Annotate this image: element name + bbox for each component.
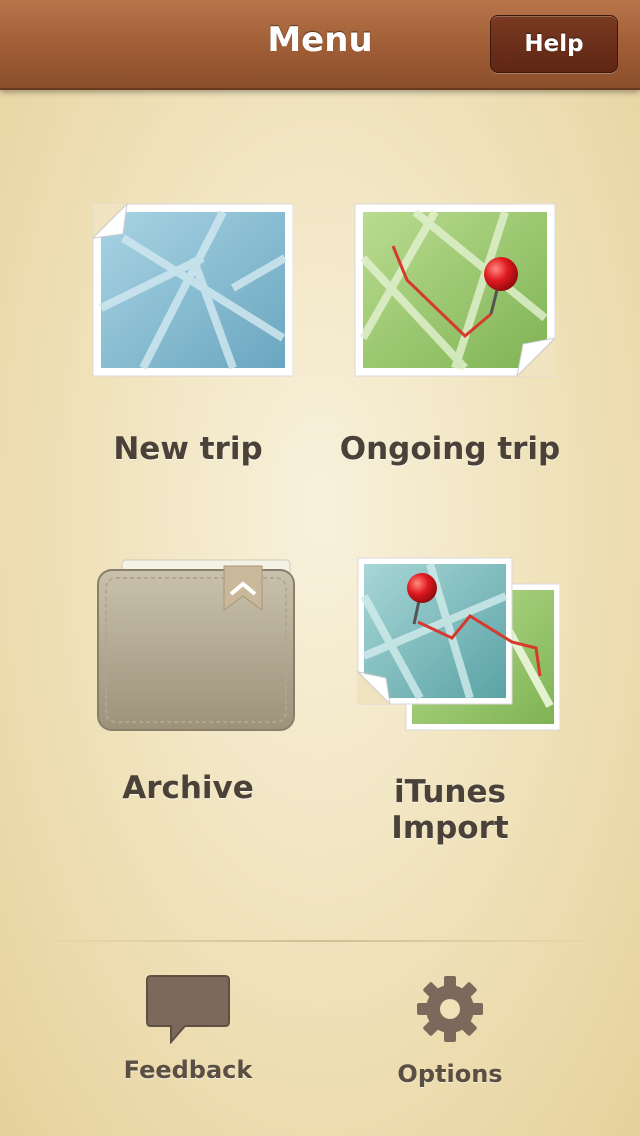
stacked-maps-icon <box>356 557 560 731</box>
navigation-bar: Menu Help <box>0 0 640 90</box>
wallet-icon <box>97 559 295 731</box>
new-trip-tile[interactable]: New trip <box>68 198 308 467</box>
itunes-import-tile[interactable]: iTunes Import <box>330 556 570 846</box>
feedback-label: Feedback <box>123 1056 253 1084</box>
itunes-import-label: iTunes Import <box>391 774 509 846</box>
options-label: Options <box>397 1060 503 1088</box>
archive-label: Archive <box>122 770 254 806</box>
archive-tile[interactable]: Archive <box>68 556 308 806</box>
new-trip-label: New trip <box>113 431 263 467</box>
ongoing-trip-label: Ongoing trip <box>339 431 561 467</box>
options-button[interactable]: Options <box>350 974 550 1088</box>
help-button[interactable]: Help <box>490 15 618 73</box>
blank-map-icon <box>91 202 293 377</box>
toolbar-divider <box>30 940 610 942</box>
feedback-button[interactable]: Feedback <box>88 974 288 1084</box>
gear-icon <box>417 976 483 1042</box>
ongoing-trip-tile[interactable]: Ongoing trip <box>330 198 570 467</box>
map-with-pin-icon <box>354 203 555 378</box>
speech-bubble-icon <box>146 975 230 1044</box>
